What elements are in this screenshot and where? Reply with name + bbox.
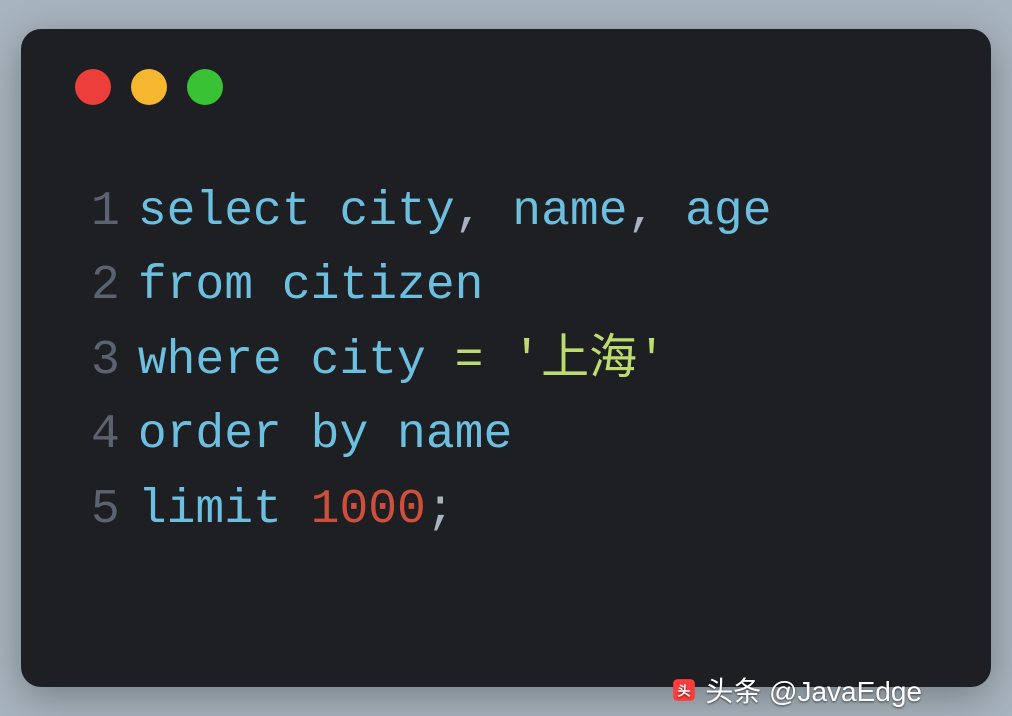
svg-text:头: 头 <box>678 683 691 698</box>
code-line: 1 select city, name, age <box>91 175 941 249</box>
close-icon <box>75 69 111 105</box>
code-token: ; <box>426 483 455 537</box>
line-number: 4 <box>91 408 120 462</box>
terminal-window: 1 select city, name, age 2 from citizen 3 whe… <box>21 29 991 687</box>
code-token: select <box>138 185 340 239</box>
code-line: 2 from citizen <box>91 249 941 323</box>
traffic-lights <box>71 69 941 105</box>
line-number: 3 <box>91 334 120 388</box>
line-number: 1 <box>91 185 120 239</box>
code-line: 3 where city = '上海' <box>91 324 941 398</box>
line-number: 5 <box>91 483 120 537</box>
code-token: 1000 <box>311 483 426 537</box>
maximize-icon <box>187 69 223 105</box>
code-block: 1 select city, name, age 2 from citizen 3 whe… <box>71 175 941 547</box>
code-token: name <box>512 185 627 239</box>
code-token <box>483 334 512 388</box>
code-token: , <box>455 185 513 239</box>
code-token: '上海' <box>512 334 666 388</box>
line-number: 2 <box>91 259 120 313</box>
minimize-icon <box>131 69 167 105</box>
code-token: city <box>339 185 454 239</box>
code-token: where city <box>138 334 455 388</box>
watermark-text: 头条 @JavaEdge <box>705 670 922 710</box>
code-line: 5 limit 1000; <box>91 473 941 547</box>
code-token: limit <box>138 483 311 537</box>
code-token: age <box>685 185 771 239</box>
code-token: order by name <box>138 408 512 462</box>
code-token: = <box>455 334 484 388</box>
watermark: 头 头条 @JavaEdge <box>671 670 922 710</box>
code-token: , <box>628 185 686 239</box>
code-token: from citizen <box>138 259 484 313</box>
toutiao-logo-icon: 头 <box>671 677 697 703</box>
code-line: 4 order by name <box>91 398 941 472</box>
